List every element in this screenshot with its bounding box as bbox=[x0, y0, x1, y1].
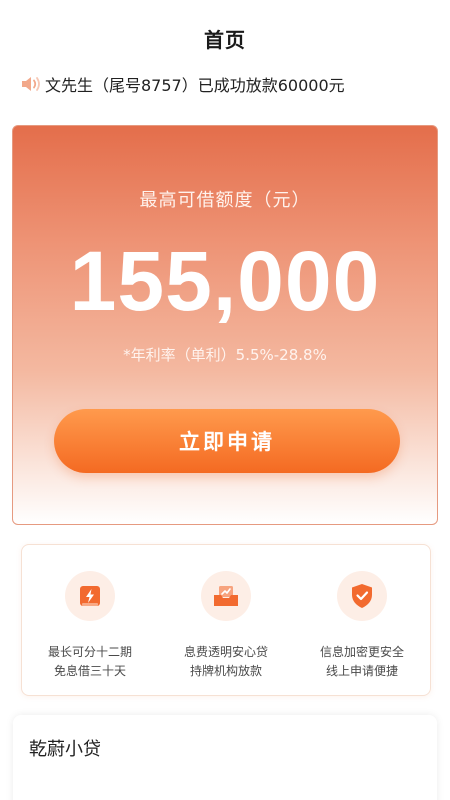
lightning-icon bbox=[65, 571, 115, 621]
product-name: 乾蔚小贷 bbox=[29, 739, 101, 760]
chart-inbox-icon bbox=[201, 571, 251, 621]
notice-text: 文先生（尾号8757）已成功放款60000元 bbox=[45, 76, 345, 95]
credit-limit-label: 最高可借额度（元） bbox=[139, 190, 311, 211]
shield-check-icon bbox=[337, 571, 387, 621]
product-card[interactable]: 乾蔚小贷 bbox=[13, 715, 437, 800]
top-bar: 首页 bbox=[0, 0, 450, 70]
credit-limit-card: 最高可借额度（元） 155,000 *年利率（单利）5.5%-28.8% 立即申… bbox=[12, 125, 438, 525]
feature-item-transparent: 息费透明安心贷 持牌机构放款 bbox=[158, 545, 294, 695]
annual-rate-text: *年利率（单利）5.5%-28.8% bbox=[123, 346, 327, 364]
feature-item-installment: 最长可分十二期 免息借三十天 bbox=[22, 545, 158, 695]
feature-line: 最长可分十二期 bbox=[47, 645, 132, 659]
feature-item-secure: 信息加密更安全 线上申请便捷 bbox=[294, 545, 430, 695]
loan-notice-bar: 文先生（尾号8757）已成功放款60000元 bbox=[20, 70, 345, 98]
apply-now-button[interactable]: 立即申请 bbox=[54, 409, 400, 473]
feature-line: 持牌机构放款 bbox=[189, 664, 262, 678]
feature-line: 免息借三十天 bbox=[53, 664, 126, 678]
credit-limit-amount: 155,000 bbox=[69, 234, 381, 328]
page-title: 首页 bbox=[204, 27, 246, 52]
features-panel: 最长可分十二期 免息借三十天 息费透明安心贷 持牌机构放款 信息加密更安全 线上… bbox=[21, 544, 431, 696]
speaker-icon bbox=[20, 75, 44, 93]
feature-line: 信息加密更安全 bbox=[319, 645, 404, 659]
feature-line: 息费透明安心贷 bbox=[183, 645, 268, 659]
feature-line: 线上申请便捷 bbox=[325, 664, 398, 678]
